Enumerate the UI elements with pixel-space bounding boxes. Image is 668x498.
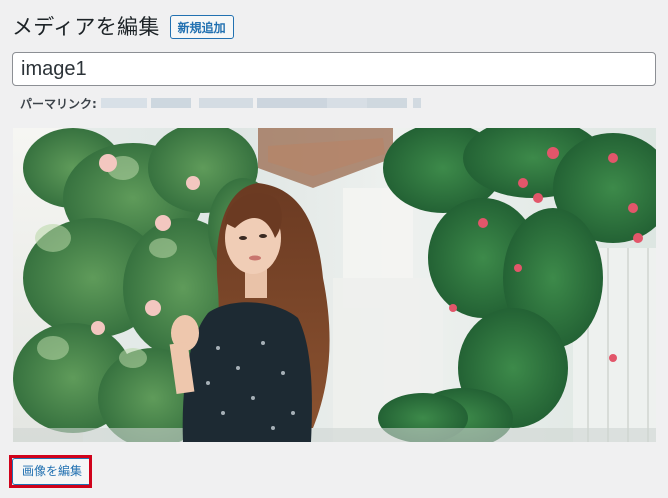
attachment-image <box>13 128 656 442</box>
page-header: メディアを編集 新規追加 <box>12 10 234 44</box>
permalink-row: パーマリンク: <box>20 94 421 112</box>
page-title: メディアを編集 <box>12 15 160 39</box>
permalink-url-redacted[interactable] <box>100 98 421 108</box>
add-new-button[interactable]: 新規追加 <box>169 15 234 39</box>
edit-image-button[interactable]: 画像を編集 <box>12 458 93 485</box>
photo-illustration <box>13 128 656 442</box>
permalink-label: パーマリンク: <box>20 96 97 111</box>
edit-media-page: メディアを編集 新規追加 パーマリンク: <box>0 0 668 498</box>
title-input[interactable] <box>12 52 656 86</box>
